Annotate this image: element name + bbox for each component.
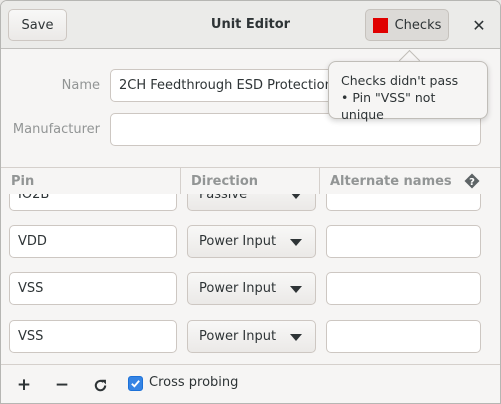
cross-probing-checkbox[interactable] [128,376,143,391]
help-icon[interactable]: ? [464,173,480,189]
direction-dropdown[interactable]: Power Input [187,320,316,353]
pin-list: IO2B Passive VDD Power Input VSS Power I… [1,194,500,364]
checks-status-indicator [372,17,388,33]
unit-editor-window: Save Unit Editor Checks ✕ Name 2CH Feedt… [0,0,501,404]
chevron-down-icon [290,285,302,293]
direction-dropdown[interactable]: Passive [187,194,316,211]
pin-name-field[interactable]: VSS [9,320,177,353]
chevron-down-icon [290,333,302,341]
chevron-down-icon [290,238,302,246]
chevron-down-icon [290,194,302,199]
save-button[interactable]: Save [8,9,67,41]
cross-probing-label[interactable]: Cross probing [149,375,238,390]
minus-icon[interactable]: − [51,374,73,396]
pin-name-field[interactable]: VDD [9,225,177,258]
column-header-pin-label: Pin [11,173,35,189]
alternate-names-field[interactable] [326,194,481,211]
direction-value: Power Input [199,281,277,296]
alternate-names-field[interactable] [326,225,481,258]
column-header-direction-label: Direction [191,173,259,189]
header-bar: Save Unit Editor Checks ✕ [1,1,500,49]
checks-label: Checks [394,17,442,33]
column-header-direction[interactable]: Direction [181,168,320,194]
direction-dropdown[interactable]: Power Input [187,272,316,305]
direction-value: Passive [199,194,248,202]
direction-dropdown[interactable]: Power Input [187,225,316,258]
column-header-alternate-label: Alternate names [330,173,452,189]
popover-title: Checks didn't pass [341,73,459,88]
popover-error-item: • Pin "VSS" not unique [341,90,436,122]
svg-text:?: ? [469,177,475,188]
bottom-toolbar: + − Cross probing [1,364,500,403]
pin-name-field[interactable]: VSS [9,272,177,305]
direction-value: Power Input [199,329,277,344]
name-label: Name [61,78,100,93]
checks-popover: Checks didn't pass • Pin "VSS" not uniqu… [328,61,488,122]
column-header-pin[interactable]: Pin [1,168,181,194]
pin-name-field[interactable]: IO2B [9,194,177,211]
name-field[interactable]: 2CH Feedthrough ESD Protection [110,69,340,102]
alternate-names-field[interactable] [326,320,481,353]
close-icon[interactable]: ✕ [467,13,491,37]
refresh-icon[interactable] [89,374,111,396]
direction-value: Power Input [199,234,277,249]
checks-button[interactable]: Checks [365,9,449,41]
column-header-alternate-names[interactable]: Alternate names ? [320,168,500,194]
plus-icon[interactable]: + [13,374,35,396]
alternate-names-field[interactable] [326,272,481,305]
manufacturer-label: Manufacturer [12,122,100,137]
checkmark-icon [131,380,140,388]
